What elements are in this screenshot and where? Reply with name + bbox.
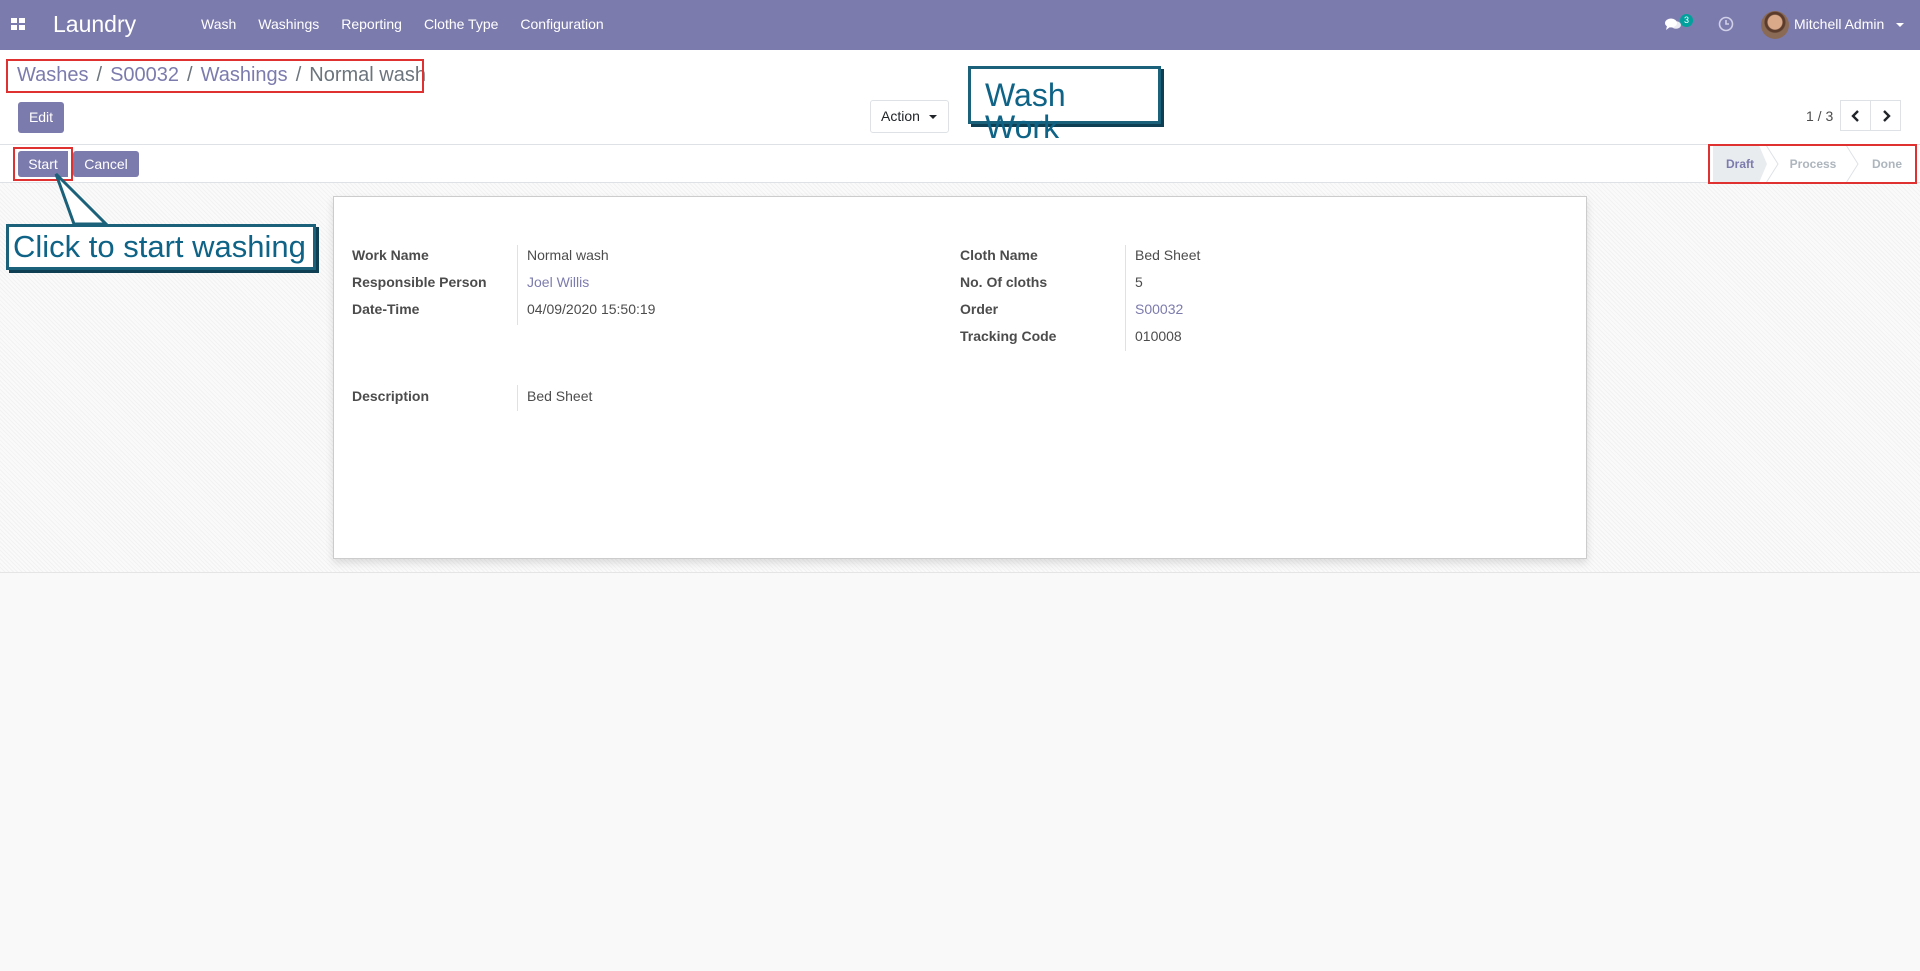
label-responsible-person: Responsible Person [352,274,487,290]
menu-reporting[interactable]: Reporting [330,16,413,32]
value-responsible-person[interactable]: Joel Willis [527,274,589,290]
value-date-time: 04/09/2020 15:50:19 [527,301,656,317]
main-menu: Wash Washings Reporting Clothe Type Conf… [190,16,615,32]
value-order[interactable]: S00032 [1135,301,1183,317]
activity-clock-icon[interactable] [1718,16,1734,32]
app-brand[interactable]: Laundry [53,11,136,38]
caret-down-icon [929,115,937,119]
apps-menu-icon[interactable] [11,18,25,30]
label-cloth-name: Cloth Name [960,247,1038,263]
menu-configuration[interactable]: Configuration [509,16,614,32]
label-work-name: Work Name [352,247,429,263]
form-statusbar: Start Cancel Draft Process Done [0,145,1920,183]
field-divider [1125,245,1126,351]
chevron-right-icon [1882,110,1891,122]
start-callout: Click to start washing [6,224,316,270]
value-no-of-cloths: 5 [1135,274,1143,290]
title-callout: Wash Work [968,66,1161,143]
label-no-of-cloths: No. Of cloths [960,274,1048,290]
value-tracking-code: 010008 [1135,328,1182,344]
label-order: Order [960,301,999,317]
stages-highlight [1708,144,1917,184]
user-menu-caret-icon[interactable] [1896,23,1904,27]
value-description: Bed Sheet [527,388,593,404]
user-name[interactable]: Mitchell Admin [1794,16,1884,32]
value-work-name: Normal wash [527,247,609,263]
menu-washings[interactable]: Washings [247,16,330,32]
menu-clothe-type[interactable]: Clothe Type [413,16,509,32]
top-navbar: Laundry Wash Washings Reporting Clothe T… [0,0,1920,50]
field-divider [517,385,518,411]
callout-pointer [54,172,110,226]
pager-previous-button[interactable] [1840,100,1871,131]
menu-wash[interactable]: Wash [190,16,247,32]
label-description: Description [352,388,430,404]
label-date-time: Date-Time [352,301,420,317]
field-divider [517,245,518,325]
form-sheet: Work Name Normal wash Responsible Person… [333,196,1587,559]
chat-icon[interactable] [1665,17,1681,32]
edit-button[interactable]: Edit [18,102,64,133]
action-dropdown[interactable]: Action [870,100,949,133]
breadcrumb-highlight [6,59,424,93]
pager-next-button[interactable] [1870,100,1901,131]
value-cloth-name: Bed Sheet [1135,247,1201,263]
label-tracking-code: Tracking Code [960,328,1057,344]
pager-value: 1 / 3 [1806,108,1834,124]
chevron-left-icon [1850,110,1859,122]
user-avatar[interactable] [1761,11,1789,39]
chat-count-badge: 3 [1680,14,1693,27]
action-label: Action [881,108,920,124]
